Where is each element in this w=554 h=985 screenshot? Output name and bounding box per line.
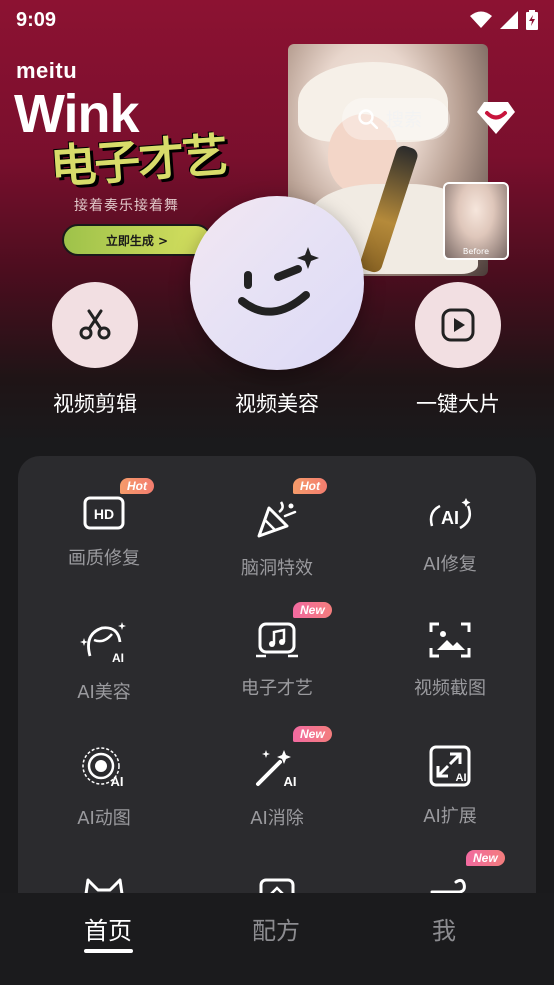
new-badge: New bbox=[293, 726, 332, 742]
video-beauty-button[interactable] bbox=[190, 196, 364, 370]
new-badge: New bbox=[293, 602, 332, 618]
wink-face-icon bbox=[238, 247, 319, 316]
tool-label: AI扩展 bbox=[423, 806, 477, 827]
search-placeholder: 搜索 bbox=[386, 110, 422, 131]
banner-subtitle: 接着奏乐接着舞 bbox=[74, 198, 179, 214]
thumbnail-label: Before bbox=[462, 247, 490, 256]
party-popper-icon bbox=[257, 501, 297, 538]
status-time: 9:09 bbox=[16, 8, 57, 31]
battery-icon bbox=[526, 10, 538, 30]
tab-recipes[interactable]: 配方 bbox=[226, 911, 326, 946]
tool-label: 视频截图 bbox=[414, 678, 486, 699]
tool-ai-erase[interactable]: New AI AI消除 bbox=[191, 704, 363, 829]
status-icons bbox=[470, 10, 538, 30]
vip-diamond-icon[interactable] bbox=[476, 100, 516, 140]
video-edit-button[interactable] bbox=[52, 282, 138, 368]
tool-row4-3[interactable]: New bbox=[364, 828, 536, 896]
play-icon bbox=[441, 308, 475, 342]
tool-ai-beauty[interactable]: AI AI美容 bbox=[18, 580, 190, 703]
tab-home[interactable]: 首页 bbox=[58, 911, 158, 946]
tool-brain-effects[interactable]: Hot 脑洞特效 bbox=[191, 456, 363, 579]
tool-electronic-talent[interactable]: New 电子才艺 bbox=[191, 580, 363, 699]
tool-row4-1[interactable] bbox=[18, 828, 190, 896]
tool-label: AI修复 bbox=[423, 554, 477, 575]
one-click-film-button[interactable] bbox=[415, 282, 501, 368]
search-icon bbox=[358, 109, 378, 129]
hd-icon: HD bbox=[83, 496, 125, 530]
video-beauty-label: 视频美容 bbox=[235, 392, 319, 416]
tool-ai-animation[interactable]: AI AI动图 bbox=[18, 704, 190, 829]
svg-text:AI: AI bbox=[441, 508, 459, 528]
tool-label: AI美容 bbox=[77, 682, 131, 703]
magic-wand-icon: AI bbox=[256, 750, 297, 789]
wifi-icon bbox=[470, 11, 492, 28]
music-note-icon bbox=[256, 622, 298, 658]
tool-ai-expand[interactable]: AI AI扩展 bbox=[364, 704, 536, 827]
meitu-logo: meitu bbox=[16, 58, 78, 83]
tool-label: AI动图 bbox=[77, 808, 131, 829]
svg-text:HD: HD bbox=[94, 506, 114, 522]
tab-me[interactable]: 我 bbox=[394, 911, 494, 946]
svg-text:AI: AI bbox=[112, 651, 124, 664]
video-edit-label: 视频剪辑 bbox=[53, 392, 137, 416]
hot-badge: Hot bbox=[293, 478, 327, 494]
hot-badge: Hot bbox=[120, 478, 154, 494]
tool-row4-2[interactable] bbox=[191, 828, 363, 896]
ai-face-icon: AI bbox=[80, 622, 126, 664]
tool-label: AI消除 bbox=[250, 808, 304, 829]
hero-banner[interactable]: 9:09 meitu Wink 电子才艺 接着奏乐接着舞 立即生成 > 搜索 B… bbox=[0, 0, 554, 445]
new-badge: New bbox=[466, 850, 505, 866]
screenshot-icon bbox=[429, 622, 471, 658]
banner-cta-button[interactable]: 立即生成 > bbox=[62, 224, 212, 256]
tool-label: 电子才艺 bbox=[241, 678, 313, 699]
tool-ai-repair[interactable]: AI AI修复 bbox=[364, 456, 536, 575]
scissors-icon bbox=[79, 309, 111, 340]
signal-icon bbox=[500, 11, 518, 29]
tools-grid: Hot HD 画质修复 Hot 脑洞特效 AI AI修复 AI AI美容 New… bbox=[18, 456, 536, 896]
svg-text:AI: AI bbox=[456, 772, 467, 784]
svg-text:AI: AI bbox=[111, 774, 124, 789]
tool-label: 画质修复 bbox=[68, 548, 140, 569]
ai-motion-icon: AI bbox=[82, 747, 124, 789]
search-button[interactable]: 搜索 bbox=[342, 98, 450, 140]
bottom-tab-bar: 首页 配方 我 bbox=[0, 893, 554, 985]
banner-title: 电子才艺 bbox=[48, 127, 228, 195]
tool-hd-repair[interactable]: Hot HD 画质修复 bbox=[18, 456, 190, 569]
status-bar: 9:09 bbox=[0, 0, 554, 40]
before-thumbnail[interactable]: Before bbox=[443, 182, 509, 260]
tool-video-screenshot[interactable]: 视频截图 bbox=[364, 580, 536, 699]
expand-icon: AI bbox=[429, 745, 471, 787]
ai-sparkle-icon: AI bbox=[429, 498, 471, 530]
svg-text:AI: AI bbox=[284, 774, 297, 789]
active-tab-indicator bbox=[84, 949, 133, 953]
one-click-film-label: 一键大片 bbox=[416, 392, 500, 416]
tool-label: 脑洞特效 bbox=[241, 558, 313, 579]
